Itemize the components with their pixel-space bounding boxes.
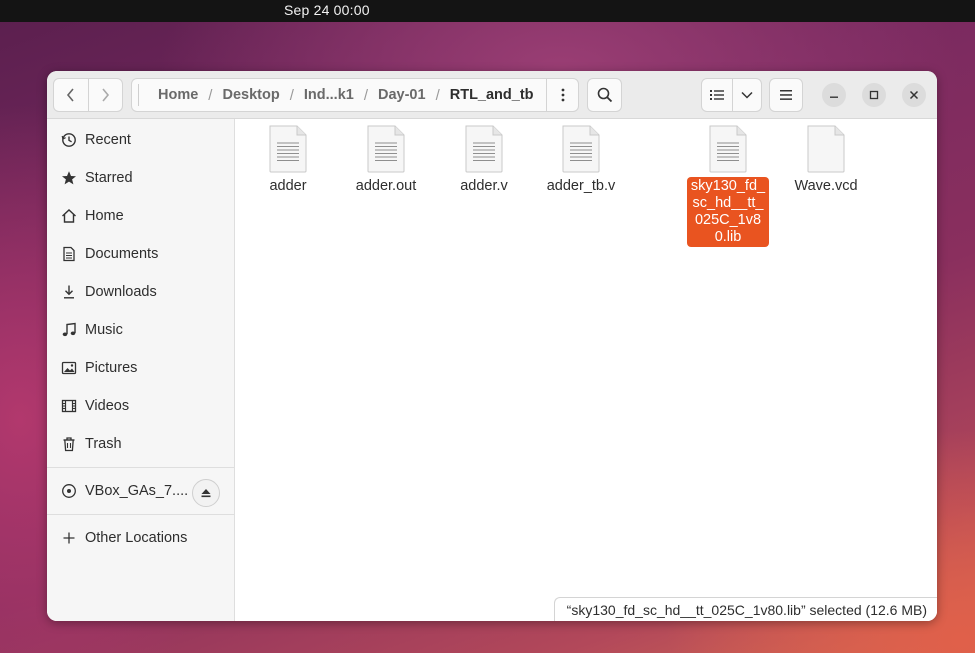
file-item[interactable]: adder_tb.v: [539, 125, 623, 196]
breadcrumb-separator: /: [363, 86, 368, 104]
sidebar-item-downloads[interactable]: Downloads: [47, 274, 235, 310]
breadcrumb-separator: /: [435, 86, 440, 104]
minimize-icon: [830, 96, 838, 98]
close-icon: [909, 90, 919, 100]
sidebar-item-label: Trash: [85, 436, 122, 452]
sidebar-item-trash[interactable]: Trash: [47, 426, 235, 462]
breadcrumb-current[interactable]: RTL_and_tb: [446, 87, 538, 103]
sidebar-item-label: Starred: [85, 170, 133, 186]
download-icon: [60, 283, 78, 301]
sidebar-separator: [47, 514, 235, 515]
close-button[interactable]: [902, 83, 926, 107]
text-file-icon: [367, 125, 405, 173]
chevron-left-icon: [66, 88, 74, 102]
file-item[interactable]: adder: [246, 125, 330, 196]
file-item-selected[interactable]: sky130_fd_sc_hd__tt_025C_1v80.lib: [686, 125, 770, 247]
file-name: adder.v: [460, 178, 508, 194]
disc-icon: [60, 482, 78, 500]
minimize-button[interactable]: [822, 83, 846, 107]
sidebar-item-label: Downloads: [85, 284, 157, 300]
header-bar: Home / Desktop / Ind...k1 / Day-01 / RTL…: [47, 71, 937, 119]
top-bar: Sep 24 00:00: [0, 0, 975, 22]
file-name: Wave.vcd: [794, 178, 858, 194]
breadcrumb-ind-k1[interactable]: Ind...k1: [300, 87, 358, 103]
home-icon: [60, 207, 78, 225]
sidebar-item-pictures[interactable]: Pictures: [47, 350, 235, 386]
path-bar: Home / Desktop / Ind...k1 / Day-01 / RTL…: [131, 78, 579, 112]
sidebar-item-music[interactable]: Music: [47, 312, 235, 348]
breadcrumb-desktop[interactable]: Desktop: [218, 87, 283, 103]
forward-button[interactable]: [87, 79, 122, 111]
breadcrumb-separator: /: [208, 86, 213, 104]
trash-icon: [60, 435, 78, 453]
list-view-button[interactable]: [702, 79, 732, 111]
sidebar-item-label: Recent: [85, 132, 131, 148]
sidebar-item-other-locations[interactable]: Other Locations: [47, 520, 235, 556]
sidebar-item-label: Pictures: [85, 360, 138, 376]
sidebar-separator: [47, 467, 235, 468]
text-file-icon: [269, 125, 307, 173]
back-button[interactable]: [54, 79, 88, 111]
vertical-ellipsis-icon: [561, 88, 564, 102]
eject-button[interactable]: [192, 479, 220, 507]
view-toggle: [701, 78, 762, 112]
sidebar-item-videos[interactable]: Videos: [47, 388, 235, 424]
navigation-buttons: [53, 78, 123, 112]
plus-icon: [60, 529, 78, 547]
maximize-icon: [869, 90, 879, 100]
sidebar-item-label: Home: [85, 208, 124, 224]
sidebar-item-label: Videos: [85, 398, 130, 414]
sidebar-item-label: Music: [85, 322, 123, 338]
list-view-icon: [710, 90, 724, 100]
path-bar-handle: [138, 84, 148, 106]
file-manager-window: Home / Desktop / Ind...k1 / Day-01 / RTL…: [47, 71, 937, 621]
clock-icon: [60, 131, 78, 149]
star-icon: [60, 169, 78, 187]
sidebar-item-label: Other Locations: [85, 530, 188, 546]
file-name: adder.out: [355, 178, 417, 194]
search-button[interactable]: [587, 78, 622, 112]
sidebar-item-recent[interactable]: Recent: [47, 122, 235, 158]
chevron-down-icon: [741, 91, 753, 99]
blank-file-icon: [807, 125, 845, 173]
sidebar-item-label: Documents: [85, 246, 159, 262]
video-icon: [60, 397, 78, 415]
chevron-right-icon: [102, 88, 110, 102]
path-menu-button[interactable]: [546, 79, 578, 111]
sidebar-item-label: VBox_GAs_7....: [85, 483, 189, 499]
hamburger-menu-icon: [780, 90, 792, 100]
text-file-icon: [465, 125, 503, 173]
sidebar-item-documents[interactable]: Documents: [47, 236, 235, 272]
music-icon: [60, 321, 78, 339]
file-item[interactable]: Wave.vcd: [784, 125, 868, 196]
sidebar-item-home[interactable]: Home: [47, 198, 235, 234]
sidebar-item-starred[interactable]: Starred: [47, 160, 235, 196]
file-grid: adder adder.out adder.v adder_tb.v sky13…: [236, 119, 937, 621]
sidebar-item-vbox-gas[interactable]: VBox_GAs_7....: [47, 473, 235, 509]
selection-status: “sky130_fd_sc_hd__tt_025C_1v80.lib” sele…: [553, 597, 937, 621]
sidebar: Recent Starred Home Documents Downloads: [47, 119, 235, 621]
breadcrumb-home[interactable]: Home: [154, 87, 202, 103]
file-name: sky130_fd_sc_hd__tt_025C_1v80.lib: [687, 177, 769, 247]
file-name: adder_tb.v: [546, 178, 616, 194]
breadcrumb-day-01[interactable]: Day-01: [374, 87, 430, 103]
breadcrumb-separator: /: [289, 86, 294, 104]
main-menu-button[interactable]: [769, 78, 803, 112]
view-options-dropdown[interactable]: [732, 79, 761, 111]
picture-icon: [60, 359, 78, 377]
document-icon: [60, 245, 78, 263]
clock[interactable]: Sep 24 00:00: [284, 2, 370, 18]
maximize-button[interactable]: [862, 83, 886, 107]
eject-icon: [201, 489, 211, 498]
file-item[interactable]: adder.out: [344, 125, 428, 196]
text-file-icon: [709, 125, 747, 173]
search-icon: [597, 87, 612, 103]
text-file-icon: [562, 125, 600, 173]
file-name: adder: [269, 178, 307, 194]
file-item[interactable]: adder.v: [442, 125, 526, 196]
